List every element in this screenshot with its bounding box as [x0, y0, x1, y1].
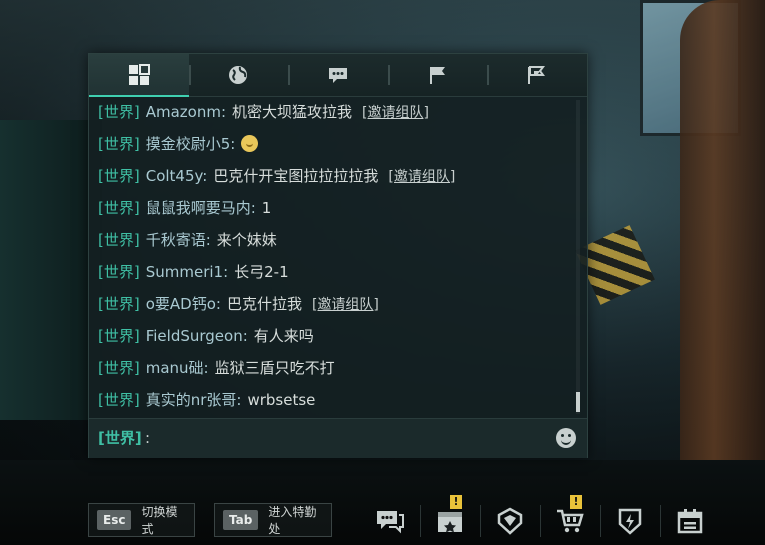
globe-icon — [229, 66, 248, 84]
chat-tab-bar — [89, 54, 587, 97]
separator: : — [215, 295, 221, 313]
username[interactable]: 鼠鼠我啊要马内 — [146, 199, 251, 217]
shield-badge-icon — [497, 507, 523, 535]
smiley-icon — [561, 439, 571, 445]
message-text: wrbsetse — [247, 391, 316, 409]
tab-key-cap: Tab — [223, 510, 259, 530]
message-text: 来个妹妹 — [216, 231, 277, 249]
tab-private[interactable] — [288, 54, 388, 96]
menu-events-button[interactable] — [660, 497, 720, 545]
background-crates — [0, 120, 102, 420]
bottom-menu: ! ! — [360, 495, 720, 545]
emoji-button[interactable] — [556, 428, 576, 448]
username[interactable]: 摸金校尉小5 — [146, 135, 231, 153]
chat-scrollbar[interactable] — [576, 100, 580, 414]
input-separator: : — [145, 429, 151, 447]
message-text: 巴克什拉我 — [226, 295, 302, 313]
menu-gift-button[interactable]: ! — [420, 495, 480, 545]
chat-message: [世界] o要AD钙o: 巴克什拉我 [邀请组队] — [89, 288, 575, 320]
speech-bubble-icon — [328, 68, 347, 83]
tab-team[interactable] — [387, 54, 488, 96]
grid-icon — [128, 64, 150, 85]
username[interactable]: manu础 — [146, 359, 204, 377]
chat-panel: [世界] Amazonm: 机密大坝猛攻拉我 [邀请组队] [世界] 摸金校尉小5: [… — [88, 53, 588, 458]
grin-emoji-icon — [241, 135, 259, 152]
channel-tag: [世界] — [98, 231, 140, 249]
chat-message: [世界] 真实的nr张哥: wrbsetse — [89, 384, 575, 416]
chat-message: [世界] 鼠鼠我啊要马内: 1 — [89, 192, 575, 224]
message-text: 监狱三盾只吃不打 — [214, 359, 335, 377]
menu-chat-button[interactable] — [360, 497, 420, 545]
separator: : — [250, 199, 256, 217]
menu-shop-button[interactable]: ! — [540, 495, 600, 545]
calendar-icon — [677, 509, 703, 534]
invite-team-link[interactable]: [邀请组队] — [362, 105, 429, 121]
chat-input-bar[interactable]: [世界] : — [89, 418, 587, 458]
scrollbar-thumb[interactable] — [576, 392, 580, 412]
tab-squad[interactable] — [487, 54, 587, 96]
alert-badge: ! — [450, 495, 462, 509]
separator: : — [203, 359, 209, 377]
channel-tag: [世界] — [98, 327, 140, 345]
separator: : — [205, 231, 211, 249]
channel-tag: [世界] — [98, 135, 140, 153]
gift-box-icon — [438, 512, 462, 533]
username[interactable]: Colt45y — [146, 167, 203, 185]
separator: : — [202, 167, 208, 185]
message-text: 有人来吗 — [253, 327, 314, 345]
channel-tag: [世界] — [98, 167, 140, 185]
message-text: 巴克什开宝图拉拉拉拉我 — [213, 167, 379, 185]
tab-world[interactable] — [188, 54, 289, 96]
chat-message: [世界] Summeri1: 长弓2-1 — [89, 256, 575, 288]
username[interactable]: Summeri1 — [146, 263, 223, 281]
username[interactable]: o要AD钙o — [146, 295, 216, 313]
separator: : — [223, 263, 229, 281]
menu-rank-button[interactable] — [480, 497, 540, 545]
chat-message: [世界] FieldSurgeon: 有人来吗 — [89, 320, 575, 352]
chat-message: [世界] Colt45y: 巴克什开宝图拉拉拉拉我 [邀请组队] — [89, 160, 575, 192]
chat-message: [世界] 摸金校尉小5: — [89, 128, 575, 160]
channel-tag: [世界] — [98, 391, 140, 409]
invite-team-link[interactable]: [邀请组队] — [312, 297, 379, 313]
chat-message: [世界] 千秋寄语: 来个妹妹 — [89, 224, 575, 256]
channel-tag: [世界] — [98, 295, 140, 313]
esc-hint-label: 切换模式 — [141, 505, 178, 536]
shopping-cart-icon — [557, 509, 584, 533]
channel-tag: [世界] — [98, 263, 140, 281]
message-text: 机密大坝猛攻拉我 — [232, 103, 353, 121]
chat-message: [世界] manu础: 监狱三盾只吃不打 — [89, 352, 575, 384]
chat-message: [世界] Amazonm: 机密大坝猛攻拉我 [邀请组队] — [89, 96, 575, 128]
separator: : — [236, 391, 242, 409]
chat-icon — [377, 511, 404, 534]
tab-all[interactable] — [89, 54, 189, 97]
esc-key-cap: Esc — [97, 510, 132, 530]
tab-hint-label: 进入特勤处 — [268, 505, 317, 536]
channel-tag: [世界] — [98, 199, 140, 217]
channel-tag: [世界] — [98, 103, 140, 121]
username[interactable]: 真实的nr张哥 — [146, 391, 237, 409]
double-flag-icon — [528, 66, 546, 84]
message-text: 长弓2-1 — [234, 263, 289, 281]
esc-switch-mode-button[interactable]: Esc 切换模式 — [88, 503, 195, 537]
alert-badge: ! — [570, 495, 582, 509]
chat-message-list[interactable]: [世界] Amazonm: 机密大坝猛攻拉我 [邀请组队] [世界] 摸金校尉小5: [… — [89, 96, 575, 418]
channel-tag: [世界] — [98, 359, 140, 377]
lightning-shield-icon — [618, 508, 642, 535]
invite-team-link[interactable]: [邀请组队] — [388, 169, 455, 185]
username[interactable]: FieldSurgeon — [146, 327, 243, 345]
separator: : — [242, 327, 248, 345]
input-channel-tag[interactable]: [世界] — [98, 419, 142, 458]
tab-enter-ops-button[interactable]: Tab 进入特勤处 — [214, 503, 332, 537]
separator: : — [220, 103, 227, 121]
username[interactable]: 千秋寄语 — [146, 231, 206, 249]
flag-icon — [429, 67, 445, 84]
username[interactable]: Amazonm — [146, 103, 221, 121]
separator: : — [230, 135, 236, 153]
menu-battlepass-button[interactable] — [600, 497, 660, 545]
message-text: 1 — [261, 199, 272, 217]
